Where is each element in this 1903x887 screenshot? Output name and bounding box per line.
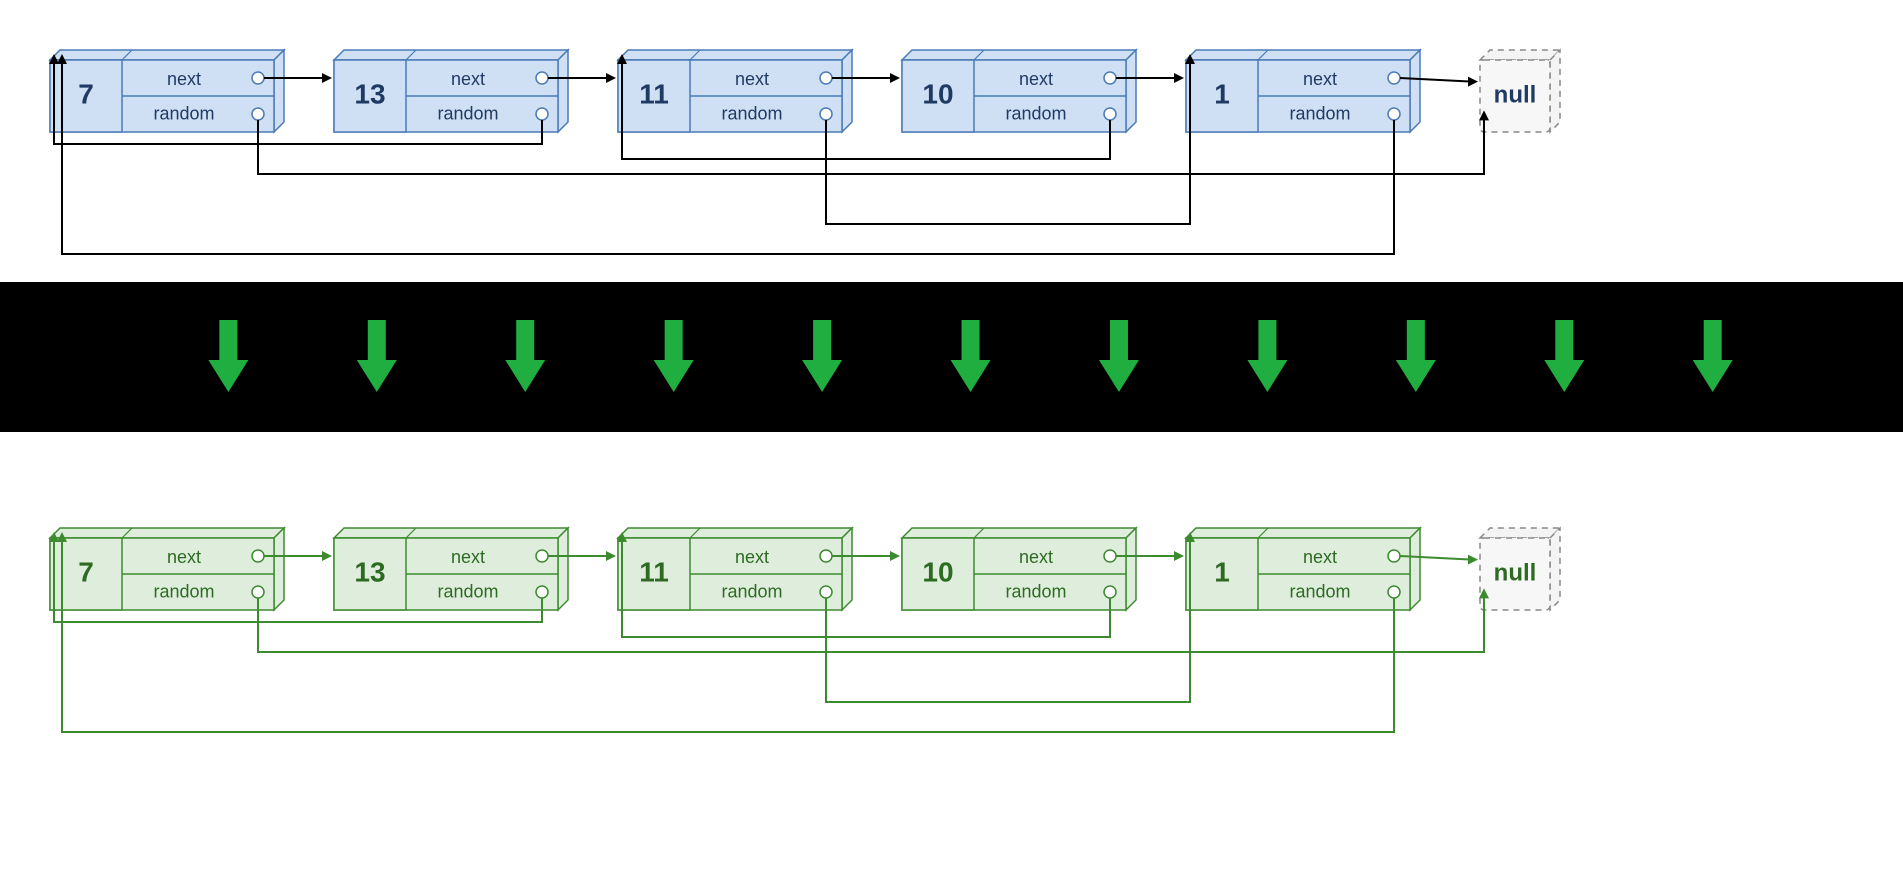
port-next <box>536 550 548 562</box>
label-random: random <box>1289 103 1350 123</box>
node-value: 11 <box>639 556 669 587</box>
port-next <box>820 550 832 562</box>
port-random <box>536 586 548 598</box>
node-value: 7 <box>78 556 94 587</box>
transition-bar <box>0 282 1903 432</box>
port-next <box>1104 550 1116 562</box>
label-random: random <box>1005 103 1066 123</box>
label-next: next <box>1019 69 1053 89</box>
port-random <box>1388 586 1400 598</box>
null-label: null <box>1494 81 1537 108</box>
port-next <box>1388 72 1400 84</box>
port-next <box>1388 550 1400 562</box>
label-random: random <box>153 103 214 123</box>
label-random: random <box>1005 581 1066 601</box>
label-random: random <box>1289 581 1350 601</box>
port-next <box>536 72 548 84</box>
node-value: 1 <box>1214 78 1230 109</box>
port-next <box>1104 72 1116 84</box>
port-random <box>536 108 548 120</box>
null-label: null <box>1494 559 1537 586</box>
port-random <box>1104 586 1116 598</box>
label-random: random <box>437 103 498 123</box>
label-next: next <box>167 69 201 89</box>
port-random <box>252 108 264 120</box>
label-random: random <box>437 581 498 601</box>
label-random: random <box>721 103 782 123</box>
port-random <box>252 586 264 598</box>
label-next: next <box>1019 547 1053 567</box>
node-value: 7 <box>78 78 94 109</box>
port-random <box>820 108 832 120</box>
node-value: 1 <box>1214 556 1230 587</box>
port-random <box>1104 108 1116 120</box>
label-next: next <box>451 547 485 567</box>
label-next: next <box>735 547 769 567</box>
label-next: next <box>167 547 201 567</box>
node-value: 13 <box>354 78 385 109</box>
port-random <box>820 586 832 598</box>
node-value: 11 <box>639 78 669 109</box>
label-next: next <box>735 69 769 89</box>
label-next: next <box>1303 69 1337 89</box>
label-random: random <box>721 581 782 601</box>
label-next: next <box>1303 547 1337 567</box>
node-value: 13 <box>354 556 385 587</box>
label-random: random <box>153 581 214 601</box>
node-value: 10 <box>922 78 953 109</box>
port-random <box>1388 108 1400 120</box>
port-next <box>252 72 264 84</box>
port-next <box>820 72 832 84</box>
node-value: 10 <box>922 556 953 587</box>
port-next <box>252 550 264 562</box>
label-next: next <box>451 69 485 89</box>
